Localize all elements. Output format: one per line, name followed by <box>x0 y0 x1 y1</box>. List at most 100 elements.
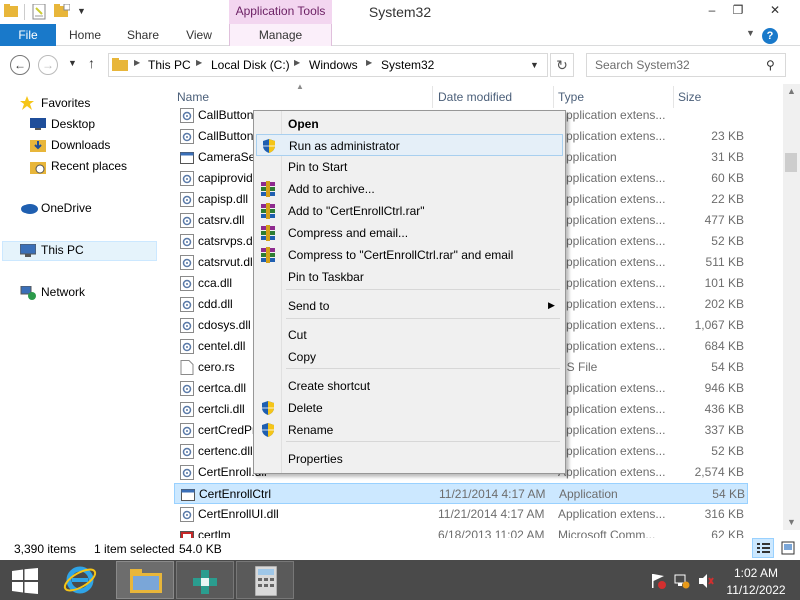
vertical-scrollbar[interactable] <box>783 84 800 530</box>
dll-icon <box>180 339 194 354</box>
winrar-icon <box>260 203 276 219</box>
menu-item-label: Compress to "CertEnrollCtrl.rar" and ema… <box>288 248 514 262</box>
column-size[interactable]: Size <box>678 90 701 104</box>
divider <box>24 4 25 20</box>
forward-button[interactable]: → <box>38 55 58 75</box>
menu-add-to-rar[interactable]: Add to "CertEnrollCtrl.rar" <box>256 200 563 222</box>
scroll-down-icon[interactable]: ▼ <box>787 517 796 527</box>
dll-icon <box>180 192 194 207</box>
menu-add-to-archive[interactable]: Add to archive... <box>256 178 563 200</box>
menu-create-shortcut[interactable]: Create shortcut <box>256 375 563 397</box>
clock-time[interactable]: 1:02 AM <box>716 566 796 580</box>
help-button[interactable]: ? <box>762 28 778 44</box>
network-tray-icon[interactable] <box>674 573 690 589</box>
nav-network[interactable]: Network <box>41 283 85 301</box>
file-type: Application extens... <box>558 213 666 227</box>
nav-recent-places[interactable]: Recent places <box>51 157 127 175</box>
column-name[interactable]: Name <box>177 90 209 104</box>
internet-explorer-icon[interactable] <box>62 562 98 598</box>
file-date-modified: 11/21/2014 4:17 AM <box>438 507 545 521</box>
nav-desktop[interactable]: Desktop <box>51 115 95 133</box>
file-name: CertEnrollUI.dll <box>198 507 279 521</box>
menu-item-label: Open <box>288 117 319 131</box>
nav-downloads[interactable]: Downloads <box>51 136 110 154</box>
properties-icon[interactable] <box>32 4 46 20</box>
file-row[interactable]: CertEnrollCtrl 11/21/2014 4:17 AM Applicat… <box>174 483 748 504</box>
search-placeholder: Search System32 <box>595 58 690 72</box>
file-size: 60 KB <box>711 171 744 185</box>
tab-file[interactable]: File <box>0 24 56 46</box>
downloads-icon <box>30 140 46 152</box>
file-size: 54 KB <box>711 360 744 374</box>
expand-ribbon-icon[interactable]: ▼ <box>746 28 755 38</box>
recent-locations-icon[interactable]: ▼ <box>68 58 77 68</box>
menu-run-as-administrator[interactable]: Run as administrator <box>256 134 563 156</box>
dll-icon <box>180 255 194 270</box>
file-size: 202 KB <box>704 297 744 311</box>
menu-pin-to-start[interactable]: Pin to Start <box>256 156 563 178</box>
new-folder-icon[interactable] <box>54 4 70 18</box>
tab-home[interactable]: Home <box>62 24 108 46</box>
windows-logo-icon[interactable] <box>12 568 38 594</box>
breadcrumb-separator-icon[interactable]: ▶ <box>294 58 300 67</box>
menu-cut[interactable]: Cut <box>256 324 563 346</box>
menu-send-to[interactable]: Send to <box>256 295 563 317</box>
dll-icon <box>180 297 194 312</box>
contextual-tab-group-label: Application Tools <box>229 0 332 24</box>
menu-open[interactable]: Open <box>256 113 563 135</box>
taskbar-calculator[interactable] <box>236 561 294 599</box>
menu-item-label: Compress and email... <box>288 226 409 240</box>
file-size: 511 KB <box>705 255 744 269</box>
column-type[interactable]: Type <box>558 90 584 104</box>
tab-view[interactable]: View <box>176 24 222 46</box>
details-view-button[interactable] <box>752 538 774 558</box>
menu-item-label: Create shortcut <box>288 379 371 393</box>
tab-manage[interactable]: Manage <box>229 24 332 46</box>
dll-icon <box>180 318 194 333</box>
star-icon <box>20 96 34 110</box>
breadcrumb-separator-icon[interactable]: ▶ <box>366 58 372 67</box>
taskbar-app-2[interactable] <box>176 561 234 599</box>
breadcrumb-local-disk[interactable]: Local Disk (C:) <box>211 58 290 72</box>
menu-properties[interactable]: Properties <box>256 448 563 470</box>
clock-date[interactable]: 11/12/2022 <box>716 583 796 597</box>
breadcrumb-separator-icon[interactable]: ▶ <box>196 58 202 67</box>
close-button[interactable]: ✕ <box>755 0 795 22</box>
large-icons-view-button[interactable] <box>778 538 798 558</box>
search-icon[interactable]: ⚲ <box>766 58 775 72</box>
menu-pin-to-taskbar[interactable]: Pin to Taskbar <box>256 266 563 288</box>
nav-this-pc[interactable]: This PC <box>41 241 84 259</box>
breadcrumb-system32[interactable]: System32 <box>381 58 434 72</box>
menu-compress-to-rar-and-email[interactable]: Compress to "CertEnrollCtrl.rar" and ema… <box>256 244 563 266</box>
scroll-up-icon[interactable]: ▲ <box>787 86 796 96</box>
file-icon <box>180 360 194 375</box>
menu-delete[interactable]: Delete <box>256 397 563 419</box>
volume-muted-icon[interactable] <box>698 573 714 589</box>
uac-shield-icon <box>261 138 277 154</box>
breadcrumb-this-pc[interactable]: This PC <box>148 58 191 72</box>
minimize-button[interactable]: – <box>700 0 724 22</box>
taskbar-file-explorer[interactable] <box>116 561 174 599</box>
menu-compress-and-email[interactable]: Compress and email... <box>256 222 563 244</box>
address-dropdown-icon[interactable]: ▼ <box>530 60 539 70</box>
nav-onedrive[interactable]: OneDrive <box>41 199 92 217</box>
menu-item-label: Run as administrator <box>289 139 400 153</box>
breadcrumb-separator-icon[interactable]: ▶ <box>134 58 140 67</box>
menu-copy[interactable]: Copy <box>256 346 563 368</box>
refresh-button[interactable]: ↻ <box>550 53 574 77</box>
tab-share[interactable]: Share <box>120 24 166 46</box>
menu-separator <box>286 368 560 369</box>
menu-rename[interactable]: Rename <box>256 419 563 441</box>
back-button[interactable]: ← <box>10 55 30 75</box>
file-row[interactable]: CertEnrollUI.dll 11/21/2014 4:17 AM Applic… <box>174 504 748 525</box>
file-type: Application extens... <box>558 276 666 290</box>
action-center-flag-icon[interactable] <box>650 573 666 589</box>
breadcrumb-windows[interactable]: Windows <box>309 58 358 72</box>
nav-favorites[interactable]: Favorites <box>41 94 90 112</box>
maximize-button[interactable]: ❐ <box>726 0 750 22</box>
column-date-modified[interactable]: Date modified <box>438 90 512 104</box>
up-button[interactable]: ↑ <box>88 55 95 71</box>
quick-access-dropdown-icon[interactable]: ▼ <box>77 6 86 16</box>
menu-item-label: Pin to Start <box>288 160 348 174</box>
scrollbar-thumb[interactable] <box>785 153 797 172</box>
